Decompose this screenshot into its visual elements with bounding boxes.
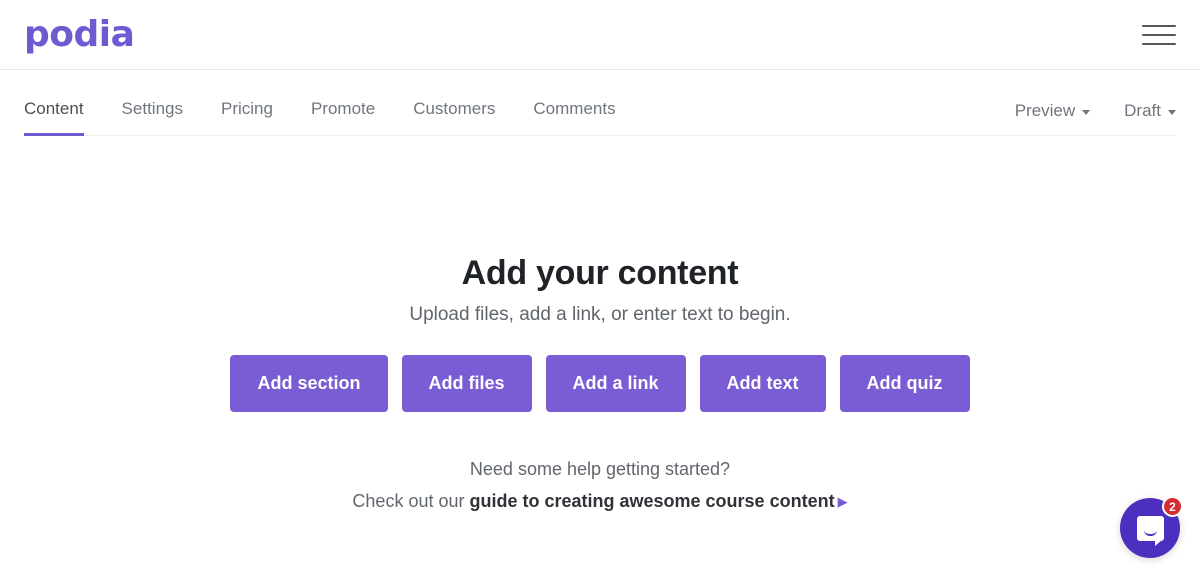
add-a-link-button[interactable]: Add a link [545, 355, 686, 413]
draft-status-label: Draft [1124, 101, 1161, 120]
tab-content[interactable]: Content [24, 99, 84, 136]
hamburger-line [1142, 42, 1176, 45]
primary-tabs: Content Settings Pricing Promote Custome… [24, 99, 616, 136]
chat-launcher-button[interactable]: 2 [1120, 496, 1183, 558]
preview-dropdown[interactable]: Preview [1014, 101, 1091, 135]
add-text-button[interactable]: Add text [699, 355, 826, 413]
tab-comments[interactable]: Comments [533, 99, 615, 136]
secondary-menus: Preview Draft [981, 101, 1176, 135]
help-link-line: Check out our guide to creating awesome … [0, 486, 1200, 516]
course-content-guide-link[interactable]: guide to creating awesome course content [469, 491, 834, 511]
tabbar-wrapper: Content Settings Pricing Promote Custome… [0, 70, 1200, 136]
tabbar: Content Settings Pricing Promote Custome… [24, 70, 1176, 136]
draft-status-dropdown[interactable]: Draft [1124, 101, 1176, 135]
top-header: podia [0, 0, 1200, 70]
add-quiz-button[interactable]: Add quiz [839, 355, 970, 413]
hamburger-line [1142, 33, 1176, 36]
page-subtitle: Upload files, add a link, or enter text … [409, 304, 791, 326]
arrow-right-icon: ▶ [837, 494, 848, 510]
add-section-button[interactable]: Add section [230, 355, 388, 413]
empty-state-panel: Add your content Upload files, add a lin… [0, 136, 1200, 516]
hamburger-line [1142, 24, 1176, 27]
help-question: Need some help getting started? [469, 459, 731, 480]
smile-icon [1143, 530, 1157, 536]
hamburger-menu-icon[interactable] [1142, 22, 1176, 48]
podia-logo[interactable]: podia [24, 16, 135, 53]
add-content-button-group: Add section Add files Add a link Add tex… [0, 355, 1200, 413]
help-link-prefix: Check out our [352, 491, 470, 512]
preview-dropdown-label: Preview [1014, 101, 1076, 120]
add-files-button[interactable]: Add files [401, 355, 532, 413]
page-title: Add your content [461, 254, 739, 292]
help-block: Need some help getting started? Check ou… [0, 454, 1200, 516]
chevron-down-icon [1082, 109, 1091, 115]
chevron-down-icon [1168, 109, 1176, 115]
tab-settings[interactable]: Settings [122, 99, 183, 136]
tab-customers[interactable]: Customers [413, 99, 495, 136]
tab-promote[interactable]: Promote [311, 99, 375, 136]
chat-bubble-icon [1136, 515, 1164, 546]
unread-message-badge: 2 [1162, 496, 1183, 517]
tab-pricing[interactable]: Pricing [221, 99, 273, 136]
